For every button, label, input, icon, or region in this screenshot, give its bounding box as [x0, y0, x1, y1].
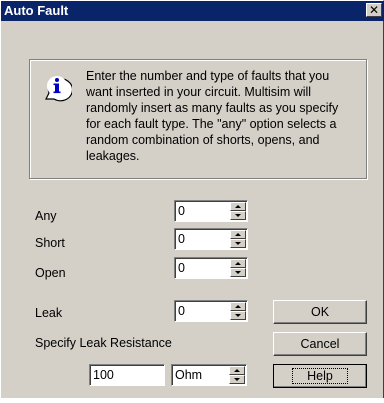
leak-resistance-unit-spinbox[interactable]: Ohm: [171, 364, 247, 386]
short-down-button[interactable]: [230, 239, 246, 248]
open-label: Open: [35, 266, 66, 280]
information-icon: [45, 76, 72, 102]
unit-down-button[interactable]: [229, 375, 245, 384]
leak-up-button[interactable]: [230, 302, 246, 311]
open-spinbox[interactable]: 0: [174, 257, 248, 279]
any-down-button[interactable]: [230, 211, 246, 220]
any-label: Any: [35, 209, 57, 223]
short-value[interactable]: 0: [178, 232, 185, 246]
leak-resistance-input[interactable]: 100: [89, 364, 165, 386]
info-panel: Enter the number and type of faults that…: [29, 59, 367, 179]
cancel-button[interactable]: Cancel: [273, 332, 367, 356]
any-up-button[interactable]: [230, 202, 246, 211]
open-up-button[interactable]: [230, 259, 246, 268]
any-spinbox[interactable]: 0: [174, 200, 248, 222]
unit-spin-arrows[interactable]: [229, 366, 245, 384]
help-button[interactable]: Help: [273, 364, 367, 388]
open-down-button[interactable]: [230, 268, 246, 277]
leak-spinbox[interactable]: 0: [174, 300, 248, 322]
open-value[interactable]: 0: [178, 261, 185, 275]
short-label: Short: [35, 236, 65, 250]
any-value[interactable]: 0: [178, 204, 185, 218]
short-up-button[interactable]: [230, 230, 246, 239]
leak-resistance-unit[interactable]: Ohm: [175, 368, 202, 382]
arrow-up-icon: [235, 205, 241, 208]
unit-up-button[interactable]: [229, 366, 245, 375]
arrow-down-icon: [235, 271, 241, 274]
window-title: Auto Fault: [4, 3, 69, 18]
any-spin-arrows[interactable]: [230, 202, 246, 220]
ok-button[interactable]: OK: [273, 300, 367, 324]
leak-down-button[interactable]: [230, 311, 246, 320]
leak-spin-arrows[interactable]: [230, 302, 246, 320]
leak-label: Leak: [35, 306, 63, 320]
leak-resistance-label: Specify Leak Resistance: [35, 336, 172, 350]
arrow-up-icon: [234, 369, 240, 372]
short-spin-arrows[interactable]: [230, 230, 246, 248]
help-button-label: Help: [292, 368, 348, 384]
arrow-up-icon: [235, 233, 241, 236]
auto-fault-dialog: Auto Fault ✕ Enter the number and type o…: [0, 0, 384, 403]
leak-value[interactable]: 0: [178, 304, 185, 318]
arrow-down-icon: [235, 242, 241, 245]
arrow-up-icon: [235, 262, 241, 265]
bottom-margin: [0, 398, 384, 403]
title-bar[interactable]: Auto Fault ✕: [1, 1, 384, 21]
open-spin-arrows[interactable]: [230, 259, 246, 277]
close-icon: ✕: [368, 3, 380, 17]
arrow-up-icon: [235, 305, 241, 308]
arrow-down-icon: [235, 314, 241, 317]
info-text: Enter the number and type of faults that…: [86, 69, 339, 163]
leak-resistance-value[interactable]: 100: [93, 368, 114, 382]
short-spinbox[interactable]: 0: [174, 228, 248, 250]
arrow-down-icon: [234, 378, 240, 381]
close-button[interactable]: ✕: [366, 3, 382, 17]
arrow-down-icon: [235, 214, 241, 217]
